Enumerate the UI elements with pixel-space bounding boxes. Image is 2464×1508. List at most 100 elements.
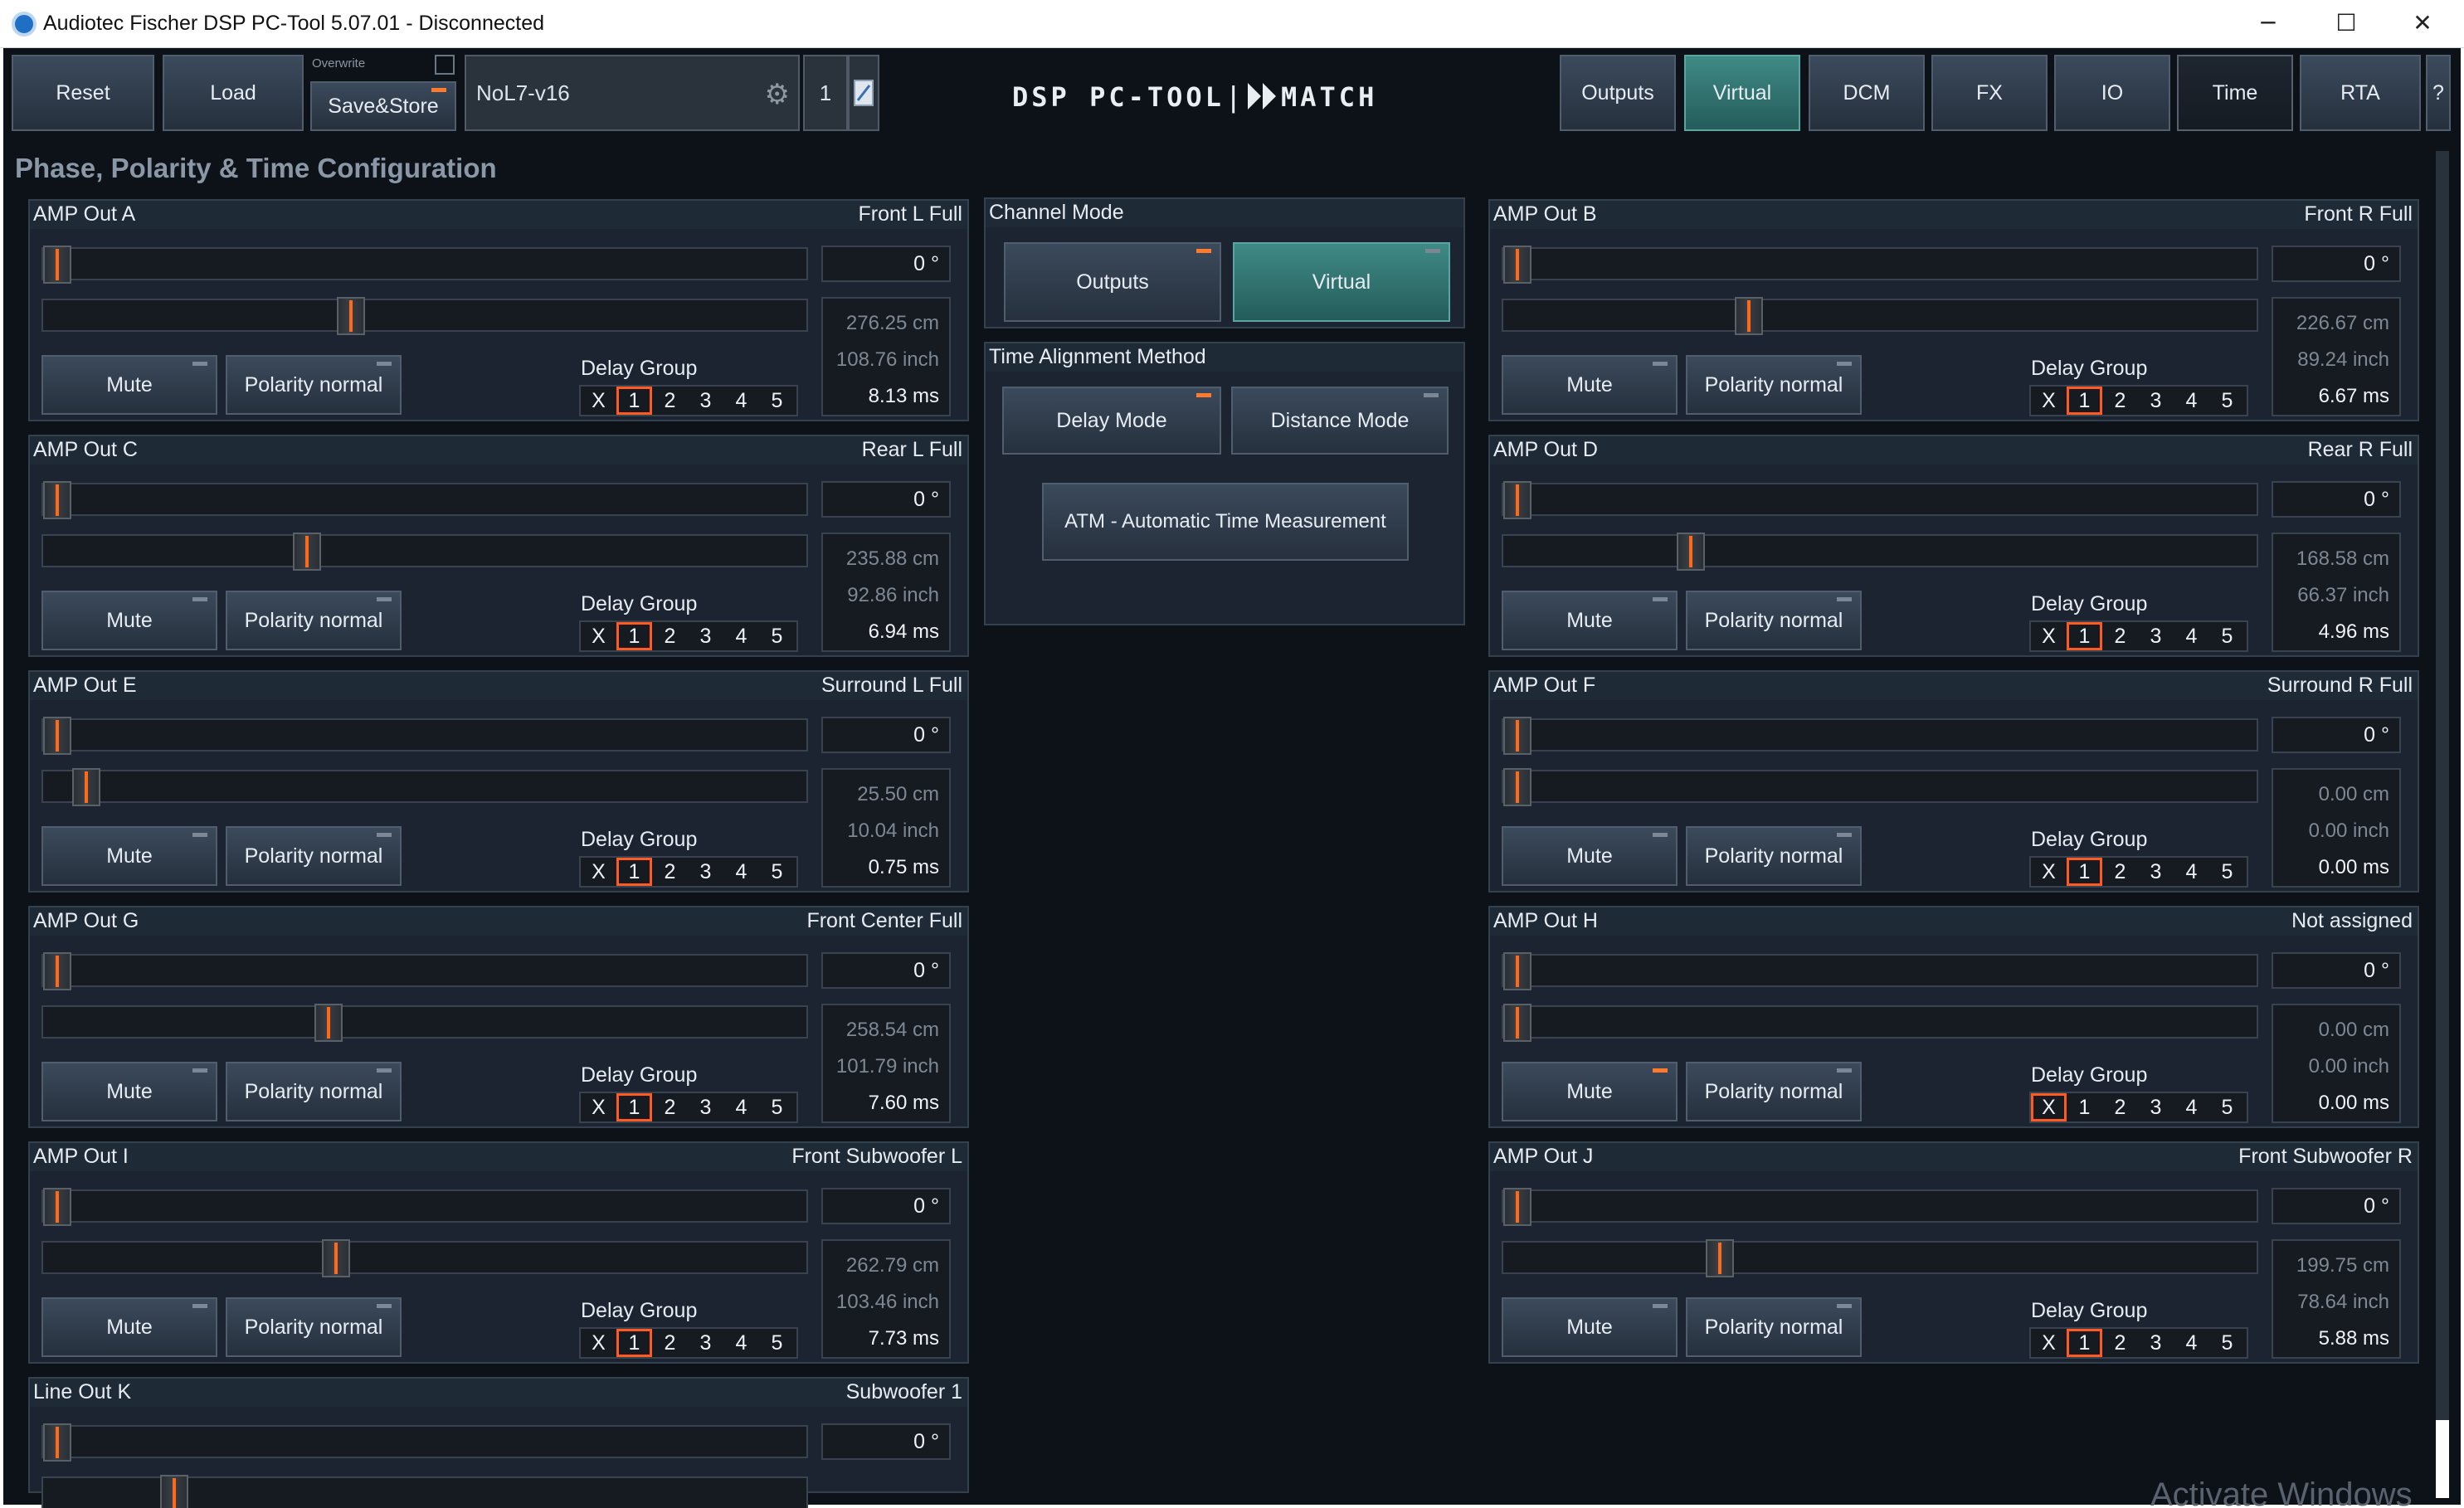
delay-group-option[interactable]: 4 [2174,1329,2209,1357]
help-button[interactable]: ? [2426,55,2451,131]
polarity-button[interactable]: Polarity normal [1686,826,1862,886]
delay-group-option[interactable]: 3 [2138,622,2174,650]
delay-group-option[interactable]: X [581,622,616,650]
overwrite-checkbox[interactable] [435,55,455,75]
phase-value[interactable]: 0 ° [2272,246,2401,282]
tab-rta[interactable]: RTA [2300,55,2421,131]
delay-group-option[interactable]: 1 [616,858,652,886]
delay-group-option[interactable]: 5 [2209,387,2245,415]
phase-slider-thumb[interactable] [1503,1188,1531,1226]
delay-group-option[interactable]: 5 [759,387,795,415]
delay-slider[interactable] [41,768,808,806]
delay-slider-thumb[interactable] [337,297,365,335]
delay-group-option[interactable]: 1 [616,1329,652,1357]
delay-slider-thumb[interactable] [314,1004,343,1042]
delay-group-option[interactable]: 5 [2209,1093,2245,1121]
delay-slider[interactable] [1502,768,2258,806]
delay-group-option[interactable]: 4 [723,1093,759,1121]
polarity-button[interactable]: Polarity normal [1686,591,1862,650]
delay-slider[interactable] [1502,297,2258,335]
phase-value[interactable]: 0 ° [821,246,951,282]
delay-readout[interactable]: 25.50 cm 10.04 inch 0.75 ms [821,768,951,888]
phase-value[interactable]: 0 ° [2272,717,2401,753]
phase-value[interactable]: 0 ° [821,717,951,753]
delay-mode-button[interactable]: Delay Mode [1002,387,1221,455]
delay-group-option[interactable]: X [2031,1329,2067,1357]
phase-slider[interactable] [41,1423,808,1462]
delay-group-option[interactable]: 2 [652,622,688,650]
delay-group-option[interactable]: 3 [688,858,723,886]
delay-slider-thumb[interactable] [1735,297,1763,335]
delay-group-option[interactable]: 5 [759,1329,795,1357]
delay-slider-thumb[interactable] [1706,1239,1734,1277]
delay-group-option[interactable]: 3 [688,1093,723,1121]
delay-group-option[interactable]: 3 [688,387,723,415]
phase-slider-thumb[interactable] [43,481,71,519]
close-button[interactable]: ✕ [2406,7,2439,40]
phase-slider[interactable] [41,246,808,284]
phase-value[interactable]: 0 ° [821,952,951,989]
delay-slider-thumb[interactable] [72,768,100,806]
phase-value[interactable]: 0 ° [2272,481,2401,518]
delay-slider-thumb[interactable] [160,1475,188,1508]
delay-slider[interactable] [41,297,808,335]
delay-readout[interactable]: 276.25 cm 108.76 inch 8.13 ms [821,297,951,416]
mute-button[interactable]: Mute [1502,355,1678,415]
phase-value[interactable]: 0 ° [2272,1188,2401,1224]
tab-virtual[interactable]: Virtual [1684,55,1800,131]
delay-group-option[interactable]: 3 [2138,387,2174,415]
phase-slider-thumb[interactable] [43,246,71,284]
polarity-button[interactable]: Polarity normal [226,591,402,650]
delay-slider-thumb[interactable] [1503,1004,1531,1042]
delay-slider[interactable] [41,1475,808,1508]
polarity-button[interactable]: Polarity normal [1686,355,1862,415]
save-store-button[interactable]: Save&Store [310,81,456,131]
phase-slider-thumb[interactable] [43,1423,71,1462]
phase-slider-thumb[interactable] [1503,481,1531,519]
delay-group-option[interactable]: 2 [2102,858,2138,886]
polarity-button[interactable]: Polarity normal [226,826,402,886]
delay-group-option[interactable]: X [581,1093,616,1121]
delay-group-option[interactable]: X [2031,858,2067,886]
delay-readout[interactable]: 199.75 cm 78.64 inch 5.88 ms [2272,1239,2401,1359]
phase-slider[interactable] [1502,1188,2258,1226]
delay-slider[interactable] [41,533,808,571]
delay-group-option[interactable]: 1 [2067,622,2102,650]
delay-group-option[interactable]: X [581,387,616,415]
polarity-button[interactable]: Polarity normal [226,1297,402,1357]
delay-group-option[interactable]: 4 [723,622,759,650]
delay-group-option[interactable]: 4 [2174,387,2209,415]
phase-value[interactable]: 0 ° [2272,952,2401,989]
delay-readout[interactable]: 0.00 cm 0.00 inch 0.00 ms [2272,768,2401,888]
channel-mode-virtual-button[interactable]: Virtual [1233,242,1450,322]
delay-group-option[interactable]: X [2031,1093,2067,1121]
phase-slider-thumb[interactable] [1503,246,1531,284]
tab-fx[interactable]: FX [1931,55,2048,131]
delay-readout[interactable]: 235.88 cm 92.86 inch 6.94 ms [821,533,951,652]
delay-group-option[interactable]: 1 [616,1093,652,1121]
delay-group-option[interactable]: 3 [2138,1093,2174,1121]
delay-group-option[interactable]: X [2031,622,2067,650]
delay-readout[interactable]: 262.79 cm 103.46 inch 7.73 ms [821,1239,951,1359]
mute-button[interactable]: Mute [41,1062,217,1121]
delay-slider[interactable] [41,1239,808,1277]
preset-name-field[interactable]: NoL7-v16 ⚙ [465,55,800,131]
delay-group-option[interactable]: 1 [616,387,652,415]
delay-readout[interactable]: 168.58 cm 66.37 inch 4.96 ms [2272,533,2401,652]
mute-button[interactable]: Mute [1502,591,1678,650]
delay-group-option[interactable]: 5 [759,858,795,886]
phase-slider-thumb[interactable] [43,717,71,755]
delay-group-option[interactable]: 2 [2102,1329,2138,1357]
mute-button[interactable]: Mute [41,826,217,886]
delay-slider[interactable] [1502,1004,2258,1042]
phase-slider-thumb[interactable] [1503,717,1531,755]
maximize-button[interactable]: ☐ [2330,7,2363,40]
delay-group-option[interactable]: 4 [2174,1093,2209,1121]
delay-group-option[interactable]: 4 [723,1329,759,1357]
delay-group-option[interactable]: 4 [723,858,759,886]
vertical-scrollbar[interactable] [2436,151,2449,1498]
polarity-button[interactable]: Polarity normal [226,1062,402,1121]
delay-readout[interactable]: 258.54 cm 101.79 inch 7.60 ms [821,1004,951,1123]
delay-group-option[interactable]: X [2031,387,2067,415]
mute-button[interactable]: Mute [41,355,217,415]
